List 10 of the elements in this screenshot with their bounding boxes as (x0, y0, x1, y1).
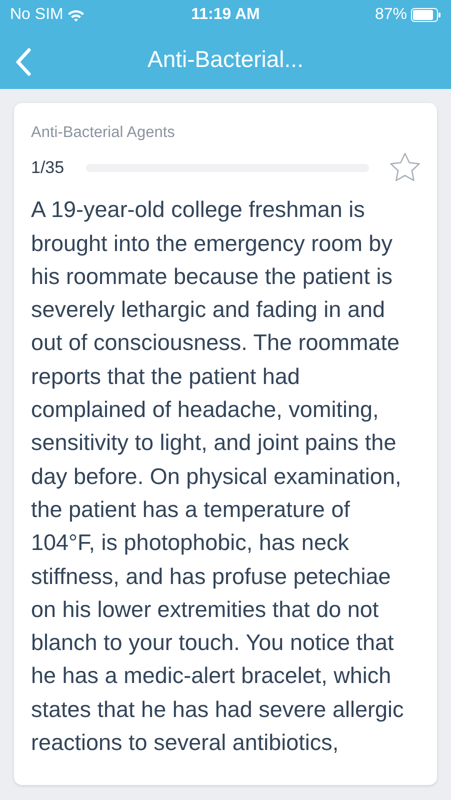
question-counter: 1/35 (31, 157, 64, 179)
question-text: A 19-year-old college freshman is brought into the emergency room by his roommate because the patient is severely lethargic and fading in and out of consciousness. The roommate reports that the patient had complained of headache, vomiting, sensitivity to light, and joint pains the day before. On physical examination, the patient has a temperature of 104°F, is photophobic, has neck stiffness, and has profuse petechiae on his lower extremities that do not blanch to your touch. You notice that he has a medic-alert bracelet, which states that he has had severe allergic reactions to several antibiotics, (31, 196, 405, 757)
battery-percent: 87% (374, 5, 407, 25)
carrier-label: No SIM (10, 5, 64, 25)
screen-title: Anti-Bacterial... (148, 45, 304, 74)
wifi-icon (67, 8, 86, 22)
clock-time: 11:19 AM (191, 5, 260, 25)
battery-icon (411, 8, 441, 22)
star-icon[interactable] (389, 152, 421, 184)
topic-label: Anti-Bacterial Agents (31, 123, 176, 143)
